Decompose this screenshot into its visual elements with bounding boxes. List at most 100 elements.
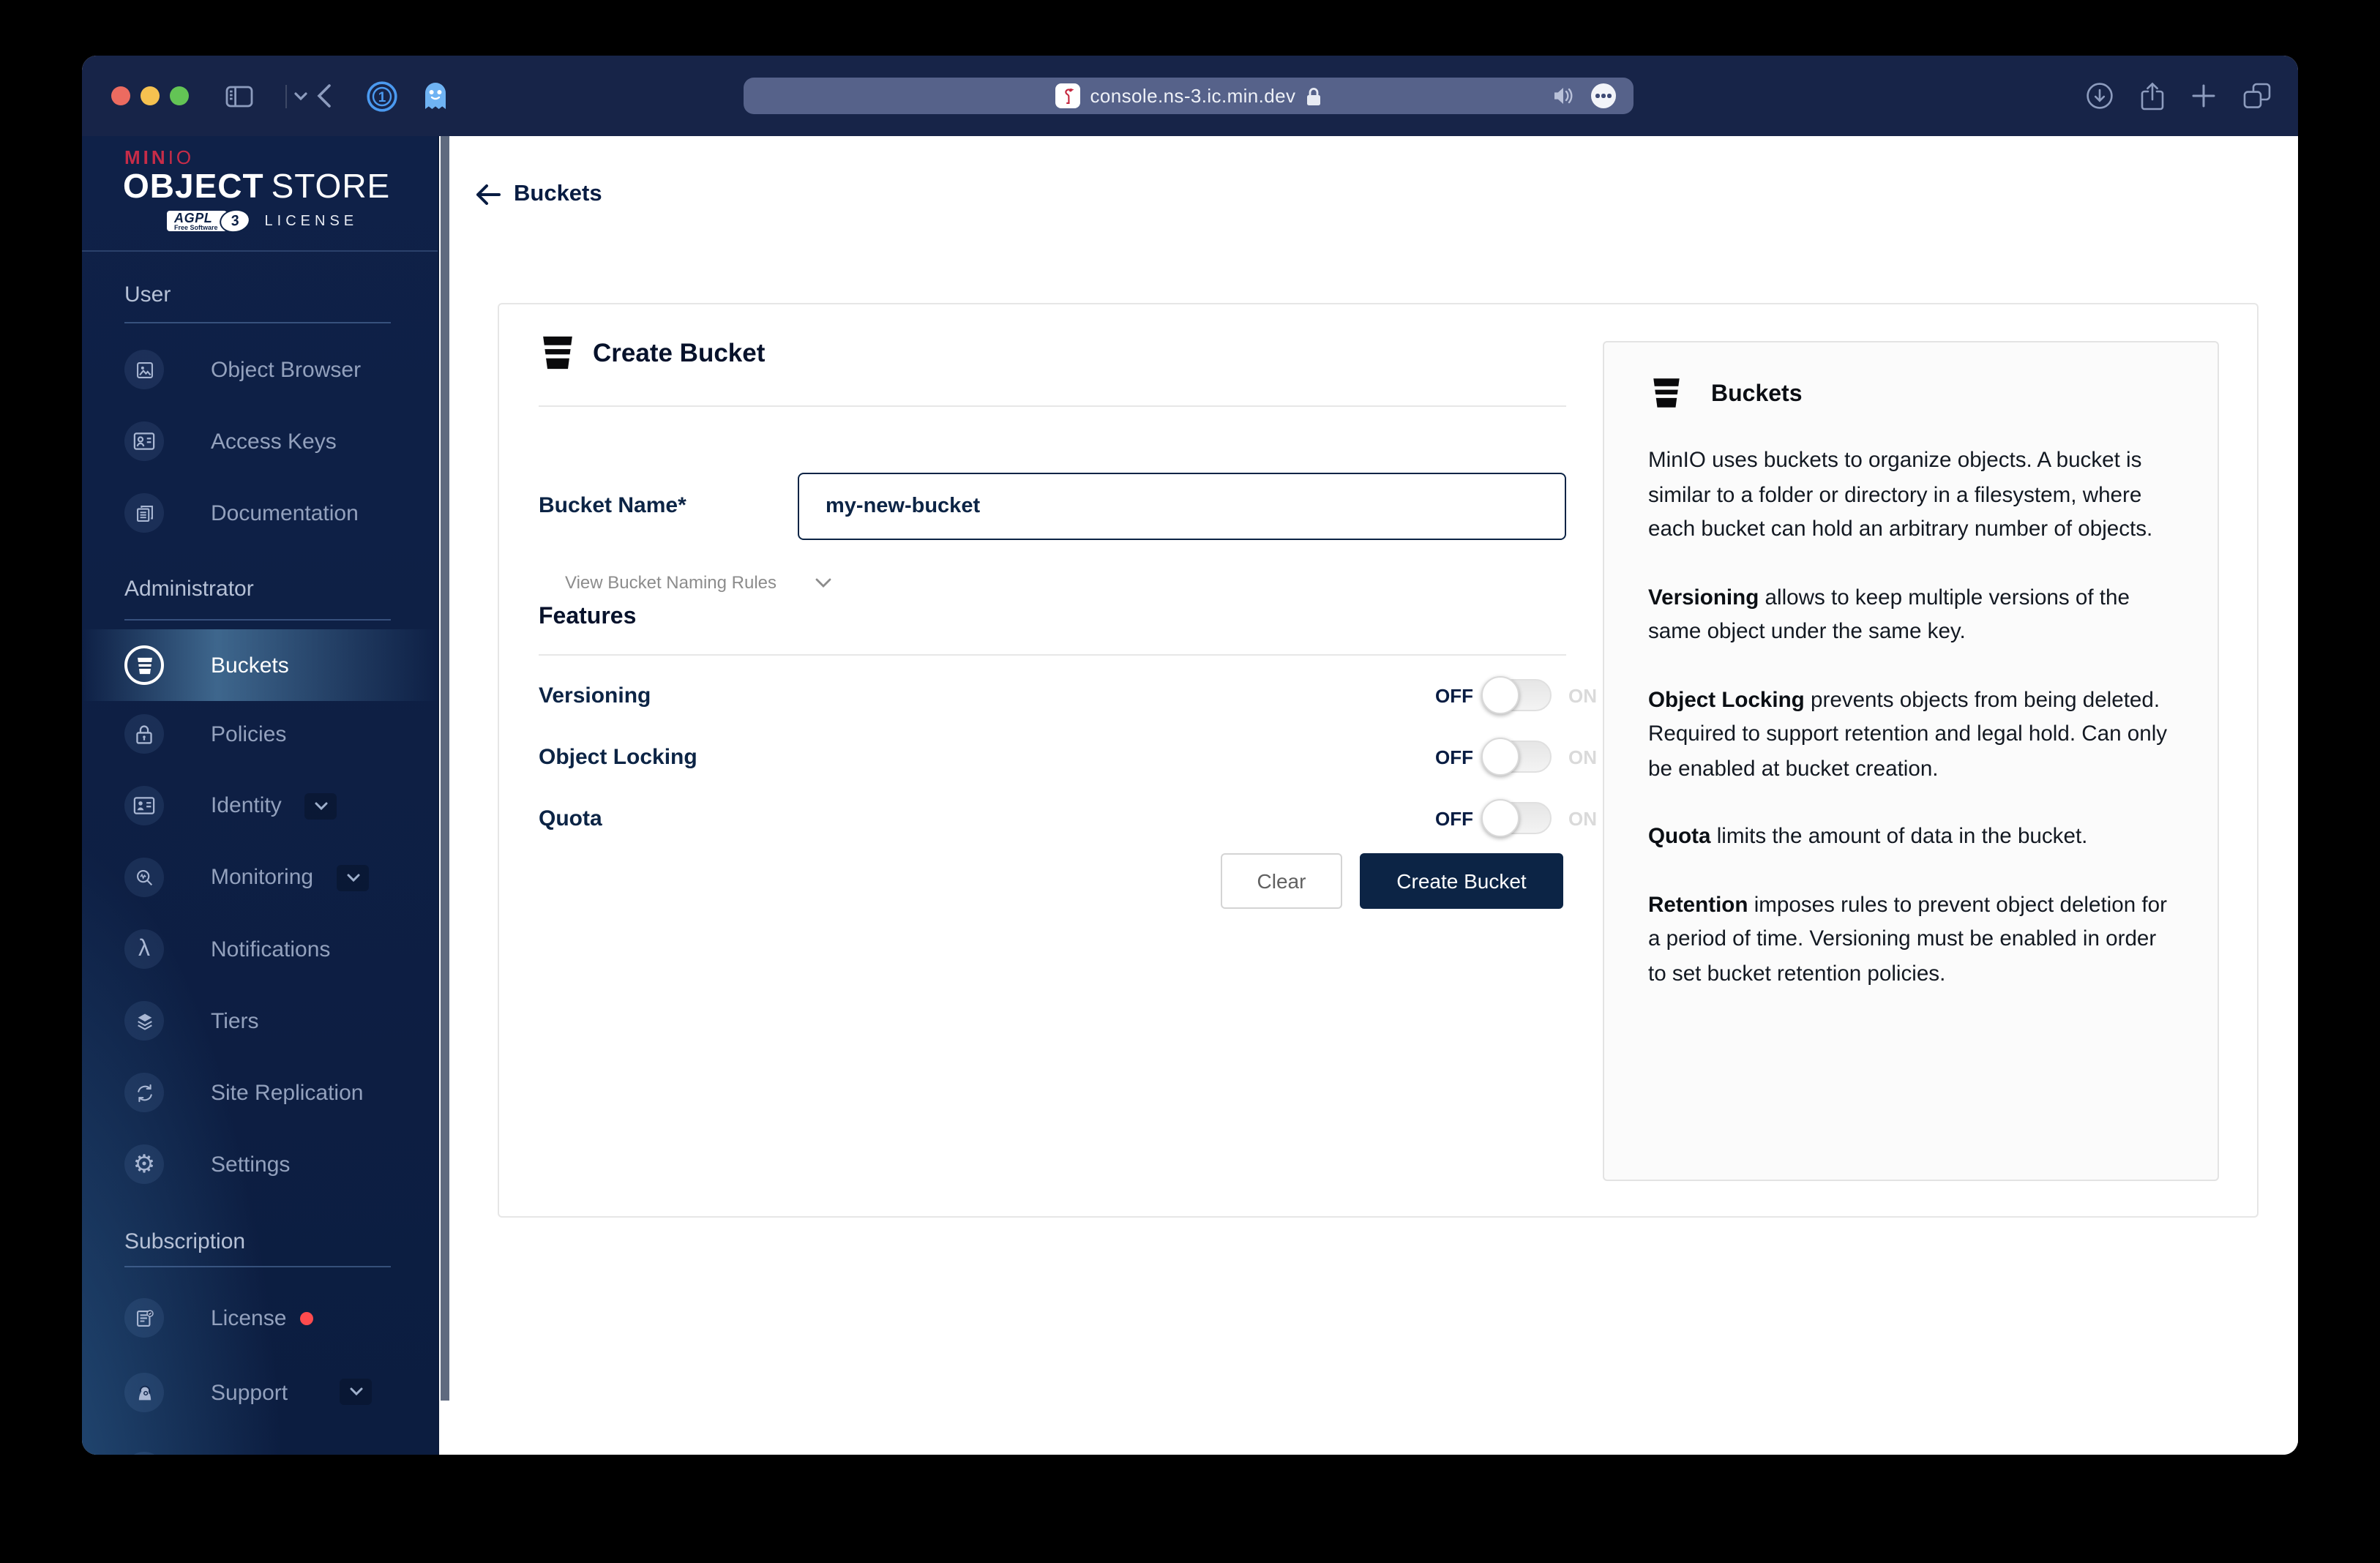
main-content: Buckets Create Bucket Bucket Name* my-ne… xyxy=(451,136,2298,1455)
page-title: Buckets xyxy=(514,181,602,206)
sidebar-item-identity[interactable]: Identity xyxy=(82,770,438,842)
clear-button[interactable]: Clear xyxy=(1221,853,1342,909)
tab-overview-icon[interactable] xyxy=(2242,82,2272,110)
bucket-icon xyxy=(1648,375,1685,411)
object-locking-label: Object Locking xyxy=(539,744,697,769)
divider xyxy=(82,250,438,252)
audio-speaker-icon[interactable] xyxy=(1553,86,1575,105)
layers-icon xyxy=(124,1001,164,1041)
documentation-icon xyxy=(124,493,164,533)
sidebar-scrollbar-thumb[interactable] xyxy=(441,136,449,1401)
info-panel-text: MinIO uses buckets to organize objects. … xyxy=(1648,445,2177,1026)
quota-toggle[interactable] xyxy=(1481,799,1551,837)
create-bucket-button[interactable]: Create Bucket xyxy=(1360,853,1563,909)
lock-icon xyxy=(124,714,164,754)
license-badge: AGPL Free Software 3 LICENSE xyxy=(167,206,358,236)
ghostery-extension-icon[interactable] xyxy=(422,56,449,136)
sidebar-item-notifications[interactable]: λ Notifications xyxy=(82,913,438,985)
replication-sync-icon xyxy=(124,1073,164,1112)
sidebar-item-policies[interactable]: Policies xyxy=(82,698,438,770)
monitoring-icon xyxy=(124,858,164,897)
identity-badge-icon xyxy=(124,786,164,825)
bucket-name-label: Bucket Name* xyxy=(539,493,686,518)
on-label: ON xyxy=(1568,807,1597,829)
info-paragraph: Quota limits the amount of data in the b… xyxy=(1648,825,2088,849)
zoom-window-button[interactable] xyxy=(170,86,189,105)
bucket-name-input[interactable] xyxy=(798,473,1566,540)
off-label: OFF xyxy=(1435,807,1473,829)
identity-expand-chevron-icon[interactable] xyxy=(304,792,337,819)
bucket-icon xyxy=(537,332,578,373)
sidebar-item-settings[interactable]: ⚙ Settings xyxy=(82,1128,438,1200)
sidebar-item-support[interactable]: Support xyxy=(82,1357,438,1428)
sidebar-scrollbar xyxy=(438,136,451,1455)
sidebar-item-access-keys[interactable]: Access Keys xyxy=(82,405,438,477)
versioning-toggle[interactable] xyxy=(1481,676,1551,714)
object-locking-row: Object Locking OFF ON xyxy=(539,726,1597,787)
chevron-down-icon xyxy=(815,577,831,587)
browser-toolbar: 1 console.ns-3.ic.min.dev xyxy=(82,56,2298,136)
toggle-knob xyxy=(1481,676,1519,714)
page-header: Buckets xyxy=(451,136,2298,253)
new-tab-icon[interactable] xyxy=(2191,83,2216,108)
sidebar-item-partial[interactable] xyxy=(82,1436,438,1455)
sidebar-menu-chevron-icon[interactable] xyxy=(294,56,307,136)
minio-brand-logo: MINIO xyxy=(124,146,195,168)
sidebar: MINIO OBJECT STORE AGPL Free Software 3 LI… xyxy=(82,136,438,1455)
on-label: ON xyxy=(1568,684,1597,706)
sidebar-item-object-browser[interactable]: Object Browser xyxy=(82,334,438,405)
minimize-window-button[interactable] xyxy=(141,86,160,105)
sidebar-item-buckets[interactable]: Buckets xyxy=(82,629,438,701)
info-panel-title: Buckets xyxy=(1711,382,1803,407)
divider xyxy=(539,654,1566,656)
sidebar-toggle-icon[interactable] xyxy=(225,56,253,136)
downloads-icon[interactable] xyxy=(2086,82,2114,110)
divider xyxy=(124,1266,391,1267)
off-label: OFF xyxy=(1435,684,1473,706)
toggle-knob xyxy=(1481,738,1519,776)
lambda-icon: λ xyxy=(124,929,164,969)
sidebar-item-monitoring[interactable]: Monitoring xyxy=(82,842,438,913)
partial-item-icon xyxy=(124,1452,164,1455)
create-bucket-card: Create Bucket Bucket Name* View Bucket N… xyxy=(498,303,2259,1218)
naming-rules-toggle[interactable]: View Bucket Naming Rules xyxy=(565,572,831,593)
toolbar-separator xyxy=(285,85,287,108)
features-heading: Features xyxy=(539,604,637,629)
browser-window: 1 console.ns-3.ic.min.dev MINIO OBJECT S… xyxy=(82,56,2298,1455)
svg-text:1: 1 xyxy=(378,89,386,105)
toggle-knob xyxy=(1481,799,1519,837)
address-bar[interactable]: console.ns-3.ic.min.dev xyxy=(744,78,1634,114)
object-locking-toggle[interactable] xyxy=(1481,738,1551,776)
info-paragraph: MinIO uses buckets to organize objects. … xyxy=(1648,449,2153,541)
versioning-label: Versioning xyxy=(539,683,651,708)
desktop: 1 console.ns-3.ic.min.dev MINIO OBJECT S… xyxy=(0,0,2380,1563)
back-to-buckets-link[interactable]: Buckets xyxy=(476,136,602,252)
onepassword-extension-icon[interactable]: 1 xyxy=(366,56,398,136)
page-settings-more-icon[interactable] xyxy=(1591,83,1616,108)
section-label-administrator: Administrator xyxy=(124,577,254,601)
info-paragraph: Retention imposes rules to prevent objec… xyxy=(1648,893,2167,986)
support-expand-chevron-icon[interactable] xyxy=(340,1379,372,1405)
quota-label: Quota xyxy=(539,806,602,831)
sidebar-item-tiers[interactable]: Tiers xyxy=(82,985,438,1057)
close-window-button[interactable] xyxy=(111,86,130,105)
buckets-info-panel: Buckets MinIO uses buckets to organize o… xyxy=(1603,341,2219,1181)
divider xyxy=(539,405,1566,407)
section-label-subscription: Subscription xyxy=(124,1229,246,1254)
url-text: console.ns-3.ic.min.dev xyxy=(1090,85,1296,107)
divider xyxy=(124,322,391,323)
gear-icon: ⚙ xyxy=(124,1144,164,1184)
support-headset-icon xyxy=(124,1373,164,1412)
divider xyxy=(124,619,391,621)
monitoring-expand-chevron-icon[interactable] xyxy=(337,864,370,891)
back-icon[interactable] xyxy=(316,56,332,136)
sidebar-item-documentation[interactable]: Documentation xyxy=(82,477,438,549)
sidebar-item-license[interactable]: License xyxy=(82,1282,438,1354)
sidebar-item-site-replication[interactable]: Site Replication xyxy=(82,1057,438,1128)
info-paragraph: Versioning allows to keep multiple versi… xyxy=(1648,586,2130,644)
share-icon[interactable] xyxy=(2140,81,2165,110)
object-browser-icon xyxy=(124,350,164,389)
traffic-lights xyxy=(111,56,189,136)
on-label: ON xyxy=(1568,746,1597,768)
product-name: OBJECT STORE xyxy=(123,167,391,205)
